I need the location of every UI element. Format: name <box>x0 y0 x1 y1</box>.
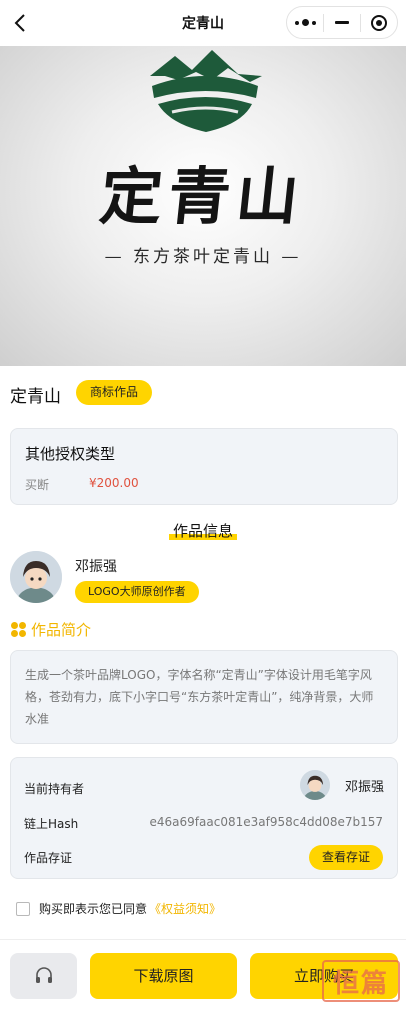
work-info-heading: 作品信息 <box>0 520 406 541</box>
work-title: 定青山 <box>10 387 61 407</box>
author-badge: LOGO大师原创作者 <box>75 581 199 603</box>
proof-label: 作品存证 <box>24 851 73 865</box>
owner-name[interactable]: 邓振强 <box>345 776 384 795</box>
intro-text: 生成一个茶叶品牌LOGO，字体名称“定青山”字体设计用毛笔字风格，苍劲有力，底下… <box>10 650 398 744</box>
close-button[interactable] <box>361 7 397 38</box>
intro-heading: 作品简介 <box>10 619 91 640</box>
mini-program-capsule <box>286 6 398 39</box>
hero-slogan: — 东方茶叶定青山 — <box>104 247 302 267</box>
divider <box>0 939 406 940</box>
owner-avatar[interactable] <box>300 770 330 800</box>
intro-heading-text: 作品简介 <box>31 621 92 639</box>
work-type-tag: 商标作品 <box>76 380 153 405</box>
hash-label: 链上Hash <box>24 817 79 831</box>
agreement-row: 购买即表示您已同意 《权益须知》 <box>16 900 221 917</box>
work-image[interactable]: 定青山 — 东方茶叶定青山 — <box>0 46 406 366</box>
license-price: ¥200.00 <box>89 476 139 490</box>
hash-value[interactable]: e46a69faac081e3af958c4dd08e7b157 <box>150 815 383 829</box>
owner-label: 当前持有者 <box>24 782 85 796</box>
license-card[interactable]: 其他授权类型 买断 ¥200.00 <box>10 428 398 505</box>
minimize-button[interactable] <box>324 7 360 38</box>
rights-notice-link[interactable]: 《权益须知》 <box>149 900 221 917</box>
work-info-heading-text: 作品信息 <box>168 522 237 540</box>
license-title: 其他授权类型 <box>25 445 116 463</box>
close-target-icon <box>371 14 387 31</box>
chain-info-card: 当前持有者 邓振强 链上Hash e46a69faac081e3af958c4d… <box>10 757 398 879</box>
agreement-text: 购买即表示您已同意 <box>39 902 148 916</box>
watermark-stamp: 恒篇 <box>322 960 400 1002</box>
more-button[interactable] <box>287 7 323 38</box>
headset-icon <box>35 967 52 983</box>
hero-brand-text: 定青山 <box>96 160 309 233</box>
mountain-logo-icon <box>150 50 262 132</box>
license-type: 买断 <box>25 478 50 492</box>
download-original-button[interactable]: 下载原图 <box>90 953 237 999</box>
author-name[interactable]: 邓振强 <box>75 556 117 576</box>
minimize-icon <box>335 21 349 24</box>
more-icon <box>294 19 316 26</box>
view-proof-button[interactable]: 查看存证 <box>308 845 383 870</box>
nav-bar: 定青山 <box>0 0 406 46</box>
customer-service-button[interactable] <box>10 953 77 999</box>
agree-checkbox[interactable] <box>16 901 30 916</box>
author-avatar[interactable] <box>10 551 62 603</box>
grid-icon <box>11 622 26 637</box>
